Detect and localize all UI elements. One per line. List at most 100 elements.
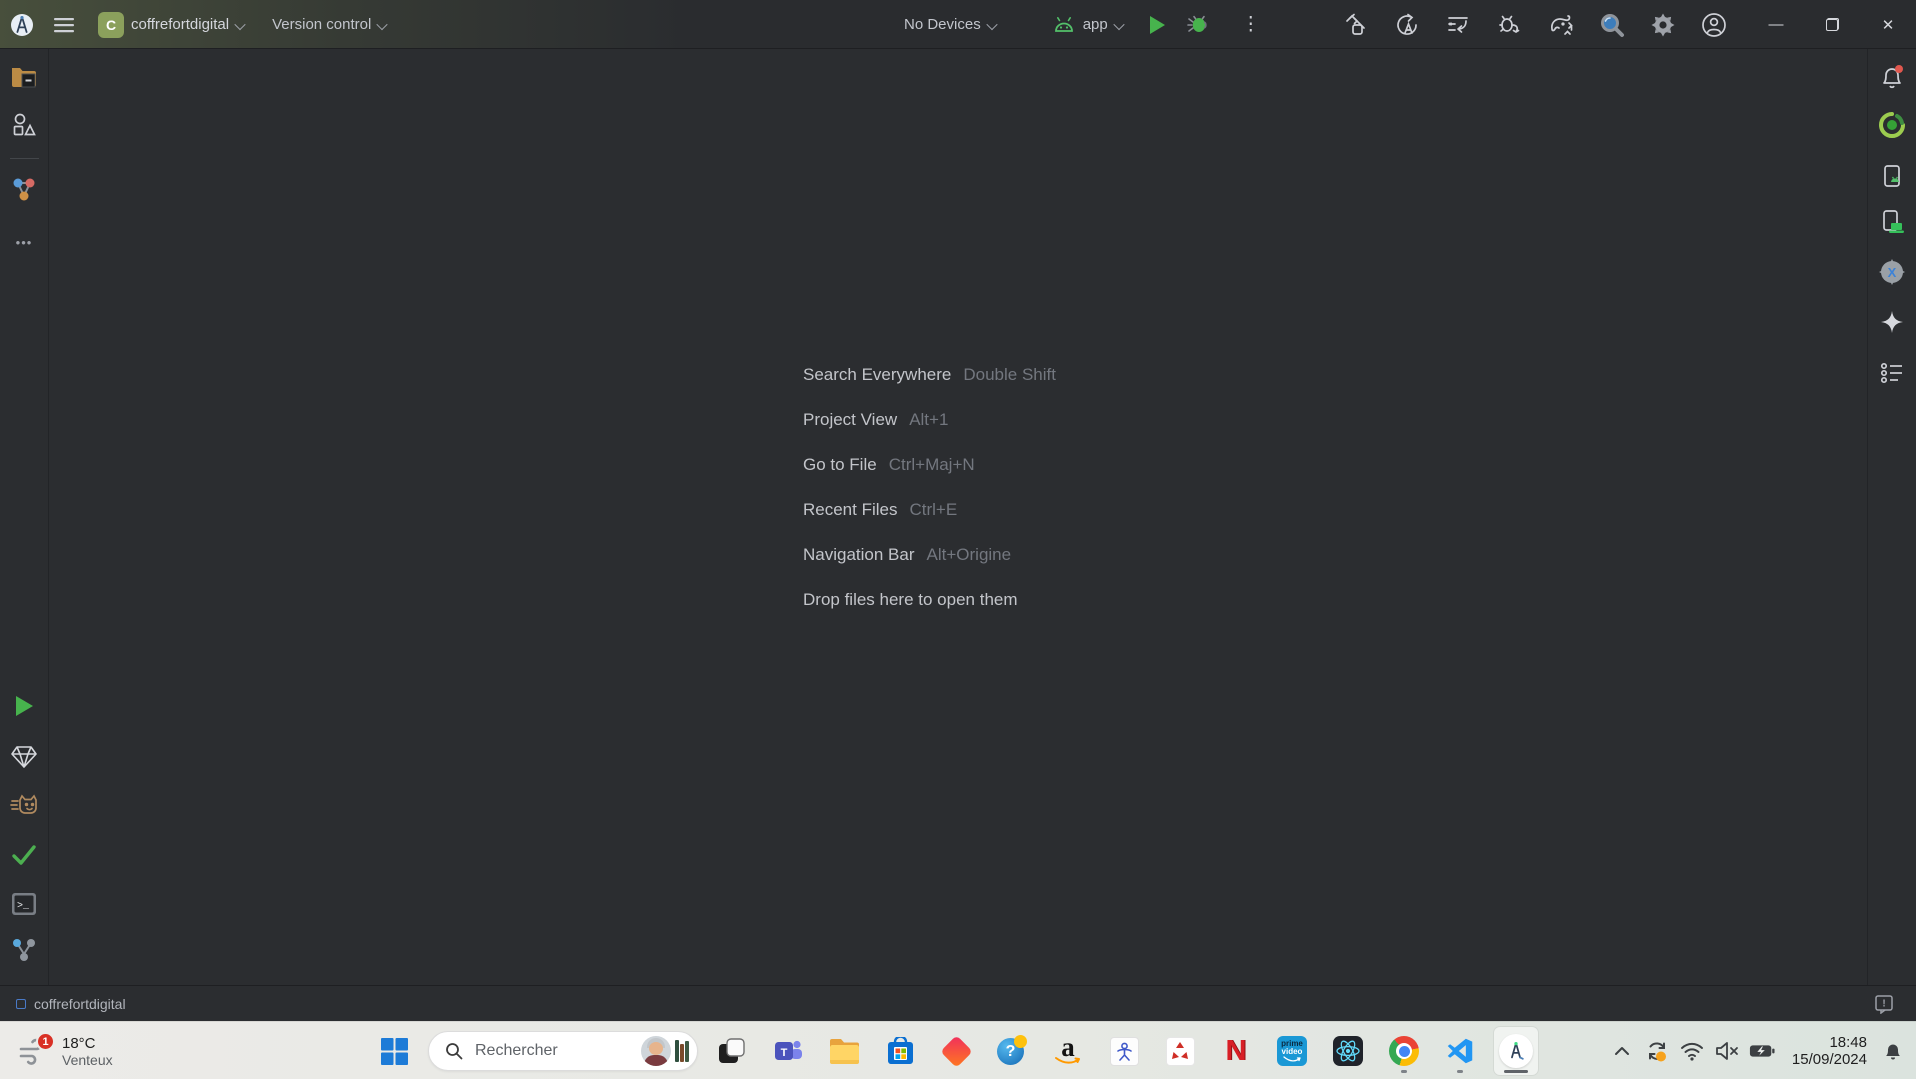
ide-title-bar: C coffrefortdigital Version control No D… [0, 0, 1916, 49]
start-button[interactable] [372, 1027, 416, 1075]
tray-notifications-bell-icon[interactable] [1880, 1038, 1906, 1064]
active-indicator [1504, 1070, 1528, 1073]
debug-button[interactable] [1183, 11, 1211, 39]
profiler-lines-icon[interactable] [1444, 11, 1472, 39]
taskbar-search-box[interactable]: Rechercher [428, 1031, 698, 1071]
attach-debugger-icon[interactable] [1495, 11, 1523, 39]
account-profile-icon[interactable] [1700, 11, 1728, 39]
app-quality-insights-icon[interactable]: X [1877, 257, 1907, 287]
tray-battery-icon[interactable] [1749, 1038, 1775, 1064]
tray-date: 15/09/2024 [1792, 1051, 1867, 1068]
books-icon [675, 1040, 689, 1062]
shortcut-hints-panel: Search Everywhere Double Shift Project V… [803, 352, 1056, 622]
shortcut-keys: Double Shift [963, 365, 1056, 385]
prime-video-icon[interactable]: prime video [1270, 1027, 1314, 1075]
more-actions-kebab-icon[interactable]: ⋮ [1237, 11, 1265, 39]
version-control-menu[interactable]: Version control [266, 8, 394, 42]
tray-wifi-icon[interactable] [1679, 1038, 1705, 1064]
project-name: coffrefortdigital [131, 16, 229, 33]
android-studio-taskbar-icon[interactable] [1494, 1027, 1538, 1075]
chevron-down-icon [236, 22, 246, 28]
file-explorer-icon[interactable] [822, 1027, 866, 1075]
run-configuration-selector[interactable]: app [1046, 8, 1131, 42]
figure-logo-app-icon[interactable] [1102, 1027, 1146, 1075]
search-everywhere-icon[interactable] [1598, 11, 1626, 39]
main-menu-hamburger-icon[interactable] [50, 11, 78, 39]
build-hammer-icon[interactable] [1342, 11, 1370, 39]
restore-icon [1826, 18, 1839, 31]
shortcut-keys: Ctrl+E [909, 500, 957, 520]
status-project-name: coffrefortdigital [34, 996, 126, 1012]
weather-badge-count: 1 [36, 1032, 55, 1051]
structure-list-icon[interactable] [1877, 358, 1907, 388]
netflix-icon[interactable]: N [1214, 1027, 1258, 1075]
stripe-divider [10, 158, 39, 159]
tray-chevron-up-icon[interactable] [1609, 1038, 1635, 1064]
left-tool-stripe: ••• [0, 49, 49, 985]
chevron-down-icon [988, 22, 998, 28]
question-ball-app-icon[interactable]: ? [990, 1027, 1034, 1075]
device-selector-label: No Devices [904, 16, 981, 33]
shortcut-row: Project View Alt+1 [803, 397, 1056, 442]
version-control-label: Version control [272, 16, 371, 33]
settings-gear-icon[interactable] [1649, 11, 1677, 39]
windows-taskbar: 1 18°C Venteux [0, 1021, 1916, 1079]
svg-text:!: ! [1882, 998, 1885, 1009]
amazon-icon[interactable]: a [1046, 1027, 1090, 1075]
version-control-tool-window-icon[interactable] [9, 935, 39, 965]
react-app-icon[interactable] [1326, 1027, 1370, 1075]
running-devices-icon[interactable] [1877, 207, 1907, 237]
project-selector[interactable]: C coffrefortdigital [92, 8, 252, 42]
event-log-button[interactable]: ! [1874, 994, 1894, 1014]
green-check-icon[interactable] [9, 840, 39, 870]
gemini-sparkle-icon[interactable] [1877, 307, 1907, 337]
search-highlight-thumbnail[interactable] [641, 1036, 689, 1066]
apply-code-changes-icon[interactable] [1393, 11, 1421, 39]
shortcut-label: Drop files here to open them [803, 590, 1018, 610]
running-indicator [1457, 1070, 1463, 1073]
status-project-widget[interactable]: coffrefortdigital [16, 996, 126, 1012]
device-selector[interactable]: No Devices [898, 8, 1004, 42]
dependency-graph-icon[interactable] [9, 174, 39, 204]
window-restore-button[interactable] [1804, 0, 1860, 49]
window-close-button[interactable]: ✕ [1860, 0, 1916, 49]
shortcut-label: Project View [803, 410, 897, 430]
notifications-bell-icon[interactable] [1877, 62, 1907, 92]
diamond-app-icon[interactable] [934, 1027, 978, 1075]
tray-time: 18:48 [1792, 1034, 1867, 1051]
chrome-icon[interactable] [1382, 1027, 1426, 1075]
shortcut-keys: Alt+Origine [927, 545, 1012, 565]
microsoft-store-icon[interactable] [878, 1027, 922, 1075]
resource-manager-icon[interactable] [9, 110, 39, 140]
widgets-weather-button[interactable]: 1 18°C Venteux [14, 1030, 117, 1072]
running-indicator [1401, 1070, 1407, 1073]
android-head-icon [1052, 16, 1076, 34]
vscode-icon[interactable] [1438, 1027, 1482, 1075]
red-trefoil-app-icon[interactable] [1158, 1027, 1202, 1075]
run-tool-window-icon[interactable] [9, 691, 39, 721]
ide-status-bar: coffrefortdigital ! [0, 985, 1916, 1021]
tray-sync-icon[interactable] [1644, 1038, 1670, 1064]
person-avatar [641, 1036, 671, 1066]
editor-empty-area: Search Everywhere Double Shift Project V… [50, 49, 1866, 985]
logcat-cat-icon[interactable] [9, 791, 39, 821]
weather-condition: Venteux [62, 1052, 113, 1068]
tray-clock[interactable]: 18:48 15/09/2024 [1792, 1034, 1867, 1068]
gem-diamond-icon[interactable] [9, 742, 39, 772]
green-ring-icon[interactable] [1877, 110, 1907, 140]
chevron-down-icon [378, 22, 388, 28]
terminal-tool-window-icon[interactable]: >_ [9, 889, 39, 919]
window-minimize-button[interactable]: — [1748, 0, 1804, 49]
android-studio-logo-icon [8, 11, 36, 39]
microsoft-teams-icon[interactable]: T [766, 1027, 810, 1075]
more-tool-windows-icon[interactable]: ••• [9, 227, 39, 257]
device-manager-icon[interactable] [1877, 162, 1907, 192]
shortcut-row: Recent Files Ctrl+E [803, 487, 1056, 532]
gradle-sync-icon[interactable] [1547, 11, 1575, 39]
tray-volume-muted-icon[interactable] [1714, 1038, 1740, 1064]
shortcut-label: Recent Files [803, 500, 897, 520]
task-view-button[interactable] [710, 1027, 754, 1075]
run-button[interactable] [1143, 11, 1171, 39]
project-tool-window-icon[interactable] [9, 62, 39, 92]
android-studio-window: C coffrefortdigital Version control No D… [0, 0, 1916, 1021]
